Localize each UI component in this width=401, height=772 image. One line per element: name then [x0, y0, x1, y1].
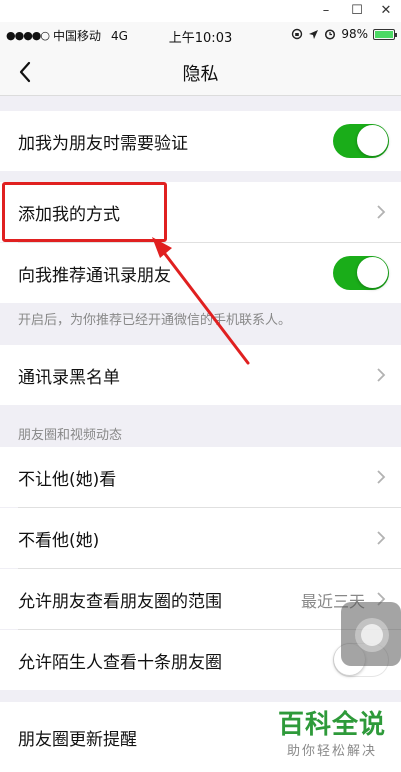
screen: – ☐ ✕ ●●●●○ 中国移动 4G 上午10:03 98% 隐私 加我为朋友…	[0, 0, 401, 772]
watermark-title: 百科全说	[277, 710, 386, 740]
assistive-touch-button[interactable]	[341, 602, 401, 666]
watermark: 百科全说 助你轻松解决	[272, 710, 392, 770]
watermark-subtitle: 助你轻松解决	[286, 744, 377, 759]
